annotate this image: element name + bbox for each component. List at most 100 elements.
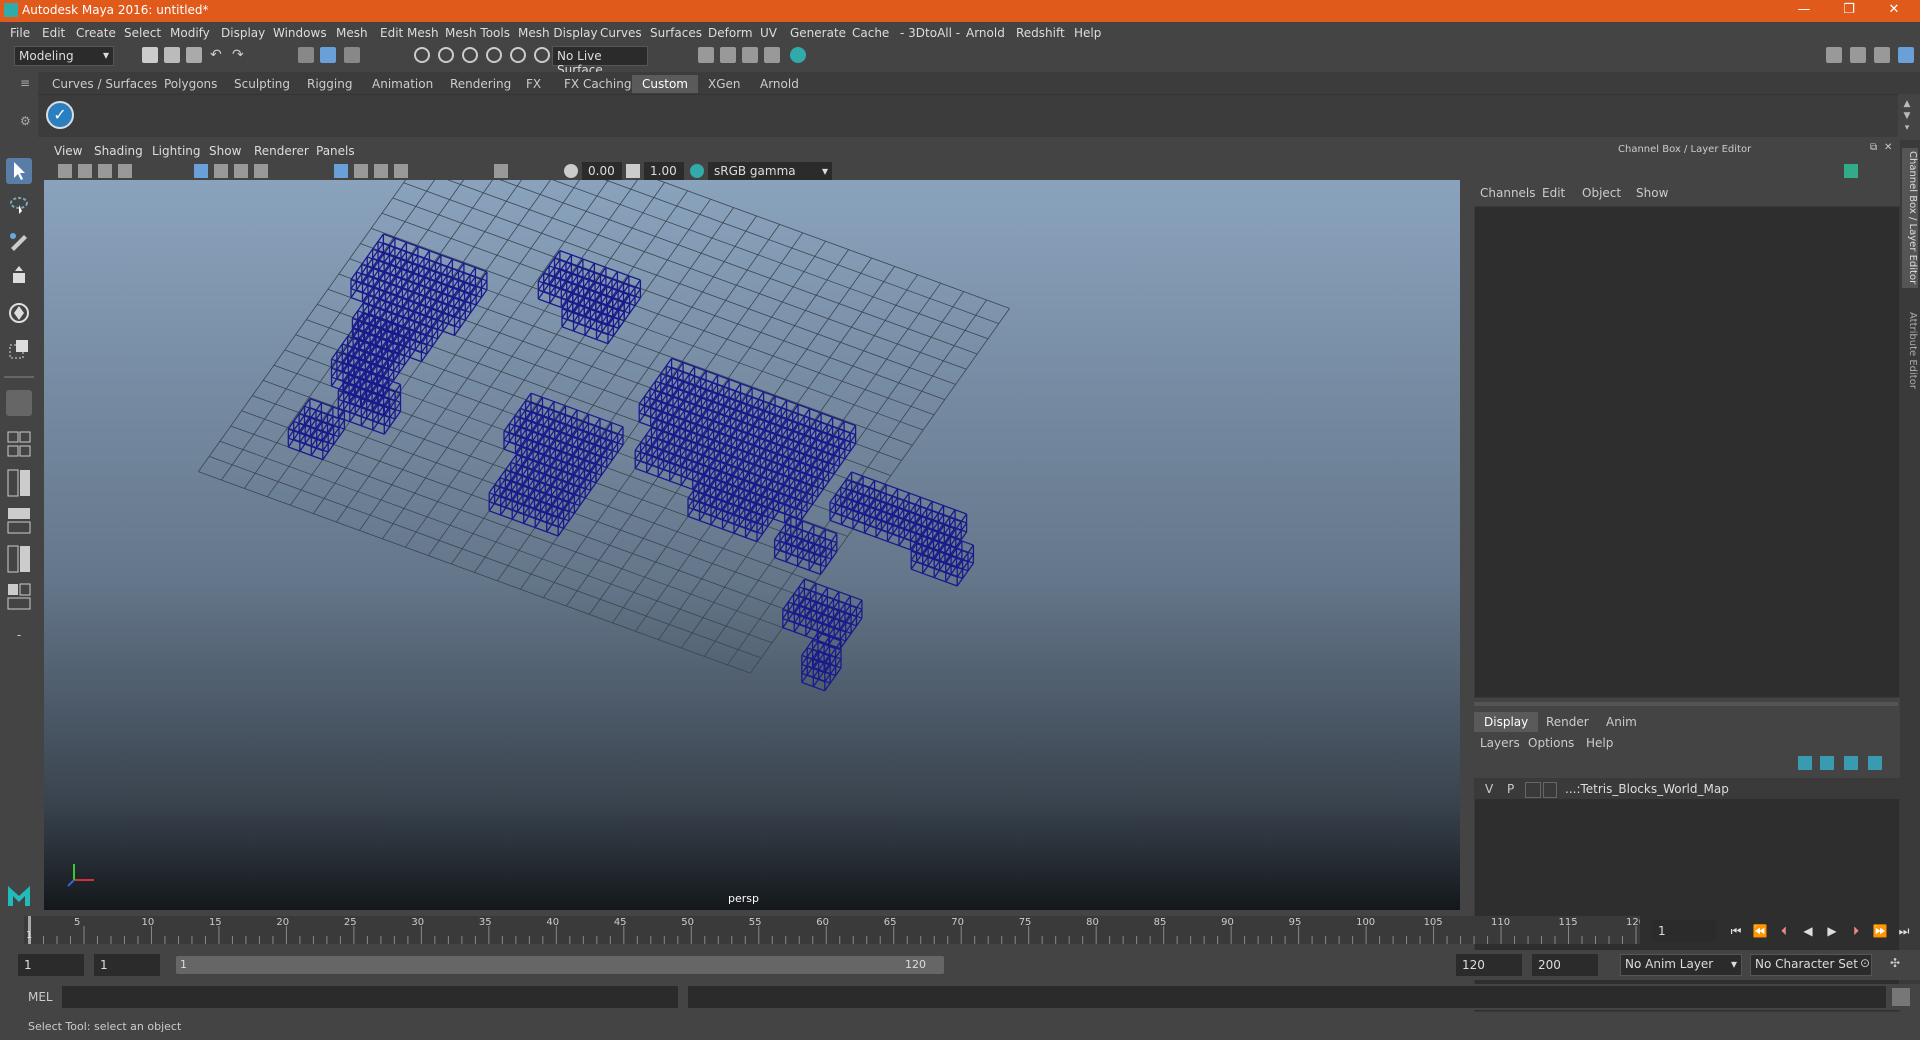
lights-icon[interactable] [394,164,408,178]
tab-fx-caching[interactable]: FX Caching [554,75,641,93]
vp-menu-lighting[interactable]: Lighting [152,144,201,158]
menu-cache[interactable]: Cache [852,26,889,40]
persp-outliner-layout-icon[interactable] [6,506,32,536]
anim-layer-dropdown[interactable]: No Anim Layer ▾ [1620,954,1742,976]
live-surface-field[interactable]: No Live Surface [552,46,648,77]
hypershade-icon[interactable] [790,47,806,63]
mel-label[interactable]: MEL [28,990,53,1004]
lasso-tool-icon[interactable] [6,192,32,218]
tab-polygons[interactable]: Polygons [154,75,227,93]
layer-type-toggle[interactable] [1525,782,1541,798]
snap-live-icon[interactable] [534,47,550,63]
snap-surface-icon[interactable] [510,47,526,63]
minimize-button[interactable]: — [1784,2,1824,20]
layer-color-swatch[interactable] [1543,782,1557,798]
ipr-render-icon[interactable] [742,47,758,63]
tab-curves-surfaces[interactable]: Curves / Surfaces [42,75,167,93]
tab-display[interactable]: Display [1474,712,1539,732]
cb-menu-show[interactable]: Show [1636,186,1668,200]
layer-menu-options[interactable]: Options [1528,736,1574,750]
wireframe-icon[interactable] [334,164,348,178]
more-layouts-icon[interactable]: - [6,628,32,648]
step-back-key-icon[interactable]: ⏴ [1776,923,1792,939]
tab-custom[interactable]: Custom [632,75,698,93]
gamma-field[interactable]: 1.00 [644,162,684,180]
move-layer-up-icon[interactable] [1798,756,1812,770]
gate-mask-icon[interactable] [254,164,268,178]
cb-menu-channels[interactable]: Channels [1480,186,1536,200]
cb-menu-edit[interactable]: Edit [1542,186,1565,200]
tab-anim[interactable]: Anim [1596,712,1647,732]
smooth-shade-icon[interactable] [354,164,368,178]
menu-select[interactable]: Select [124,26,161,40]
exposure-field[interactable]: 0.00 [582,162,622,180]
select-hierarchy-icon[interactable] [298,47,314,63]
close-button[interactable]: ✕ [1874,2,1914,20]
select-tool-icon[interactable] [6,158,32,184]
vp-menu-panels[interactable]: Panels [316,144,355,158]
redo-icon[interactable]: ↷ [232,47,248,63]
vp-menu-shading[interactable]: Shading [94,144,143,158]
tetris-blocks-world-map[interactable] [287,233,975,692]
hypershade-layout-icon[interactable] [6,582,32,612]
paint-select-icon[interactable] [6,228,32,254]
new-layer-icon[interactable] [1844,756,1858,770]
vp-menu-view[interactable]: View [54,144,82,158]
menu-mesh-display[interactable]: Mesh Display [518,26,598,40]
outliner-toggle-icon[interactable] [1850,47,1866,63]
menu-3dtoall[interactable]: - 3DtoAll - [900,26,960,40]
tab-rendering[interactable]: Rendering [440,75,521,93]
scale-tool-icon[interactable] [6,336,32,362]
play-forward-icon[interactable]: ▶ [1824,923,1840,939]
menu-mesh[interactable]: Mesh [336,26,368,40]
vp-menu-show[interactable]: Show [209,144,241,158]
vp-menu-renderer[interactable]: Renderer [254,144,309,158]
gamma-icon[interactable] [626,164,640,178]
tab-fx[interactable]: FX [516,75,551,93]
resolution-gate-icon[interactable] [234,164,248,178]
viewport-persp[interactable]: persp [44,180,1460,910]
menu-edit[interactable]: Edit [42,26,65,40]
auto-key-icon[interactable]: ⊙ [1860,956,1878,974]
color-management-icon[interactable] [690,164,704,178]
close-panel-icon[interactable]: ✕ [1884,142,1892,153]
textured-icon[interactable] [374,164,388,178]
snap-view-icon[interactable] [486,47,502,63]
exposure-icon[interactable] [564,164,578,178]
color-space-dropdown[interactable]: sRGB gamma ▾ [708,162,832,180]
bookmark-icon[interactable] [98,164,112,178]
menu-generate[interactable]: Generate [790,26,846,40]
side-tab-attribute-editor[interactable]: Attribute Editor [1902,300,1918,400]
layer-menu-help[interactable]: Help [1586,736,1613,750]
select-object-icon[interactable] [320,47,336,63]
step-forward-key-icon[interactable]: ⏵ [1848,923,1864,939]
menu-file[interactable]: File [10,26,30,40]
script-editor-icon[interactable] [1892,988,1910,1006]
move-layer-down-icon[interactable] [1820,756,1834,770]
playback-start-field[interactable]: 1 [94,954,160,976]
save-scene-icon[interactable] [186,47,202,63]
menu-help[interactable]: Help [1074,26,1101,40]
channel-box-toggle-icon[interactable] [1898,47,1914,63]
layer-menu-layers[interactable]: Layers [1480,736,1520,750]
new-layer-selected-icon[interactable] [1868,756,1882,770]
new-scene-icon[interactable] [142,47,158,63]
snap-point-icon[interactable] [462,47,478,63]
four-view-layout-icon[interactable] [6,430,32,460]
tab-animation[interactable]: Animation [362,75,443,93]
camera-lock-icon[interactable] [78,164,92,178]
two-view-layout-icon[interactable] [6,468,32,498]
tab-xgen[interactable]: XGen [698,75,751,93]
scene-start-field[interactable]: 1 [18,954,84,976]
render-view-icon[interactable] [698,47,714,63]
float-panel-icon[interactable]: ⧉ [1870,142,1877,153]
side-tab-channel-box[interactable]: Channel Box / Layer Editor [1902,148,1918,288]
persp-graph-layout-icon[interactable] [6,544,32,574]
tab-rigging[interactable]: Rigging [297,75,362,93]
play-backward-icon[interactable]: ◀ [1800,923,1816,939]
shelf-settings-icon[interactable]: ⚙ [20,114,34,128]
layer-name[interactable]: ...:Tetris_Blocks_World_Map [1565,782,1729,796]
time-slider[interactable]: 5 10 15 20 25 30 35 40 45 50 55 60 65 70 75 80 85 90 95 100… [24,916,1645,944]
character-set-dropdown[interactable]: No Character Set [1750,954,1872,976]
film-gate-icon[interactable] [214,164,228,178]
